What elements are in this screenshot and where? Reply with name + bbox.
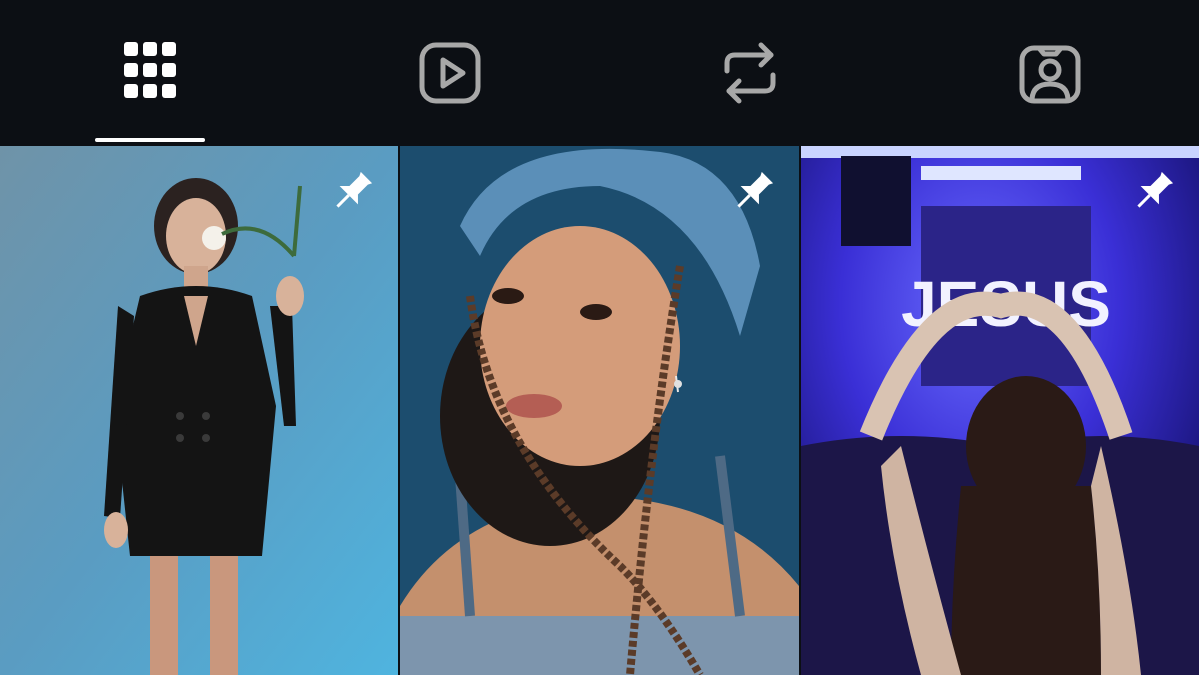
post-thumbnail-1[interactable] [0,146,398,675]
posts-grid: JESUS [0,146,1199,675]
tab-reels[interactable] [300,0,599,146]
pin-icon [336,171,373,208]
photo: JESUS [801,146,1199,675]
tab-tagged[interactable] [900,0,1199,146]
photo [0,146,398,675]
repost-icon [724,42,775,104]
tab-reposts[interactable] [600,0,899,146]
photo [400,146,799,675]
reels-play-icon [419,42,480,104]
active-tab-indicator [95,138,205,142]
pin-icon [1137,171,1174,208]
pin-icon [737,171,774,208]
post-thumbnail-3[interactable]: JESUS [801,146,1199,675]
grid-icon [123,42,176,98]
post-thumbnail-2[interactable] [400,146,799,675]
profile-tab-bar [0,0,1199,146]
tab-grid[interactable] [0,0,299,146]
tagged-person-icon [1019,45,1080,104]
